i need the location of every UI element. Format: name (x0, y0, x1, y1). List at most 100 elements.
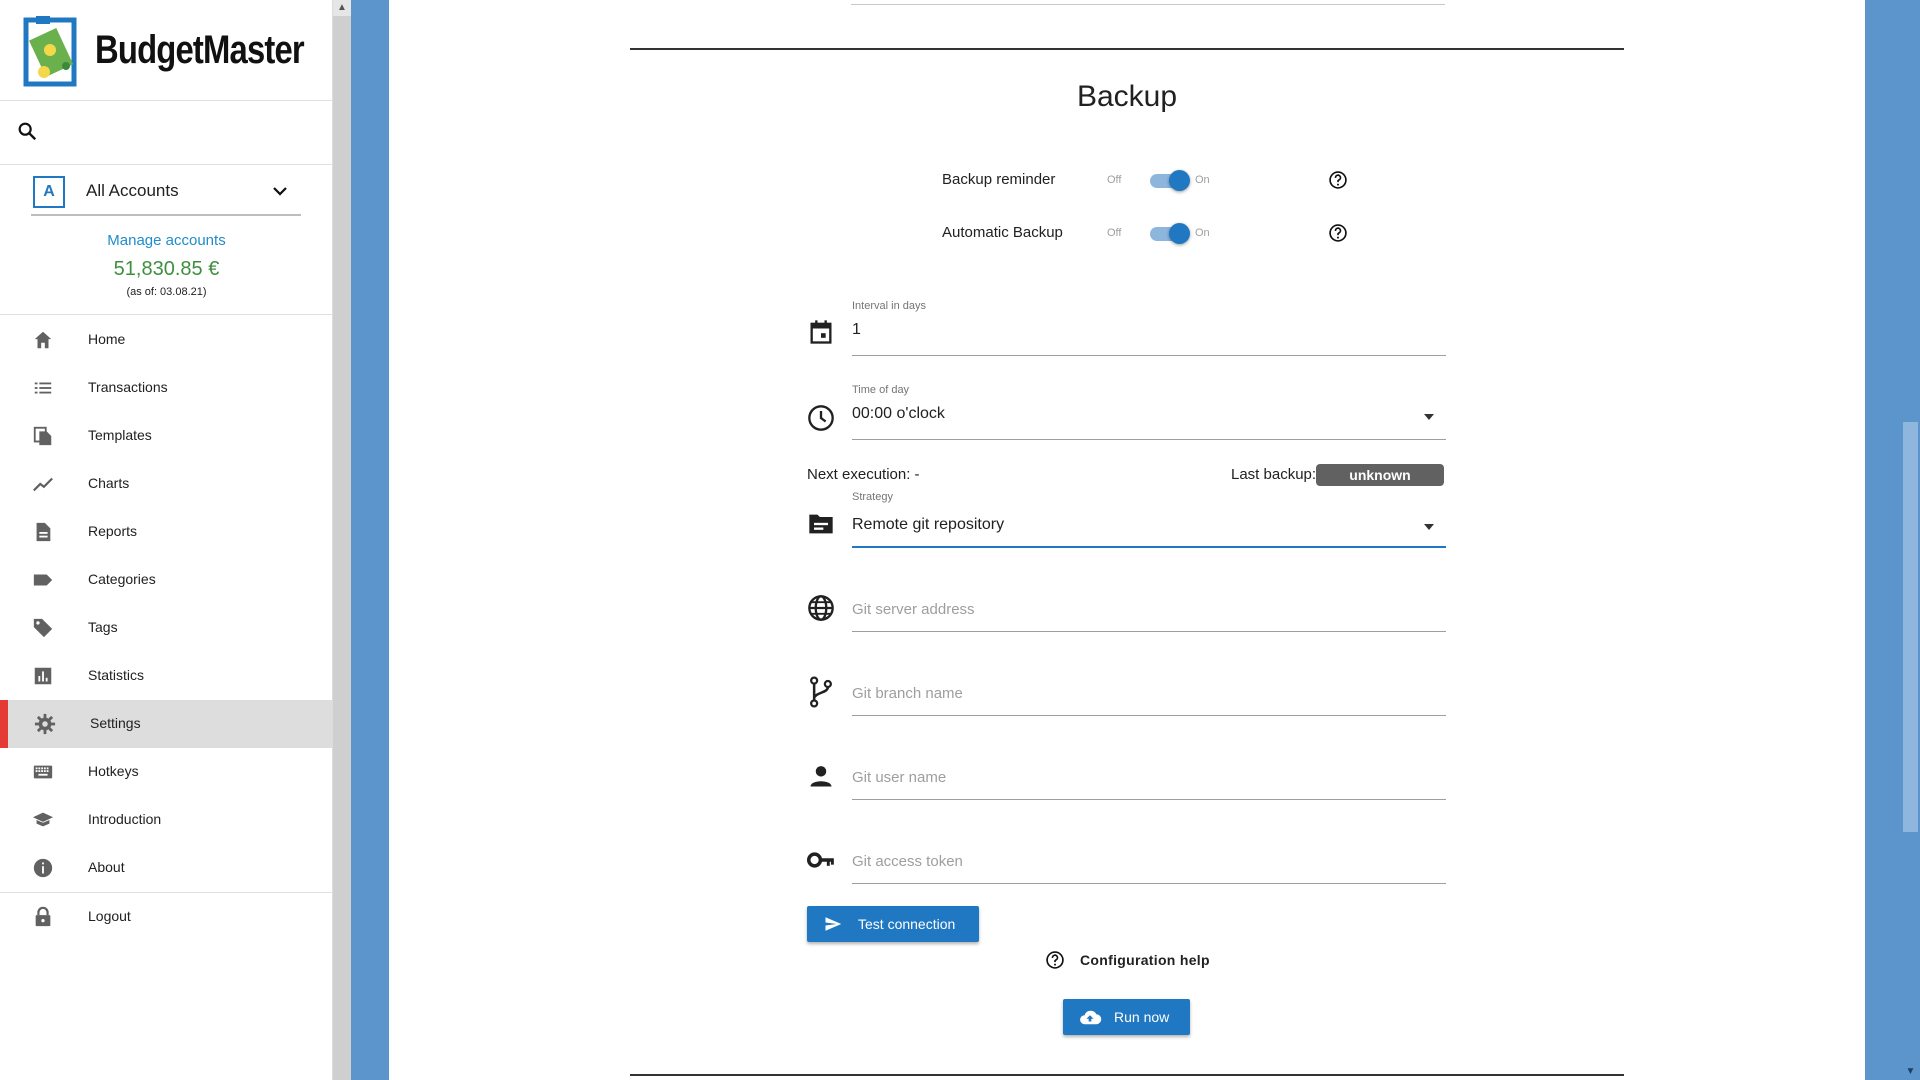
sidebar-item-label: Tags (88, 619, 118, 635)
account-balance: 51,830.85 € (113, 258, 220, 280)
git-token-field: Git access token (807, 832, 1446, 884)
backup-reminder-row: Backup reminder Off On (942, 165, 1362, 195)
git-token-input[interactable] (852, 832, 1446, 884)
sidebar: BudgetMaster A All Accounts Manage accou… (0, 0, 333, 1080)
switch-off-label: Off (1107, 174, 1122, 186)
manage-accounts-link[interactable]: Manage accounts (0, 232, 333, 249)
sidebar-item-label: Home (88, 331, 126, 347)
configuration-help-link[interactable]: Configuration help (1045, 950, 1245, 972)
sidebar-item-tags[interactable]: Tags (0, 604, 333, 652)
divider (0, 314, 333, 315)
search-button[interactable] (16, 120, 46, 150)
git-branch-input[interactable] (852, 664, 1446, 716)
sidebar-item-templates[interactable]: Templates (0, 412, 333, 460)
next-execution: Next execution: - (807, 466, 920, 483)
scrollbar-thumb[interactable] (1903, 422, 1918, 832)
test-connection-label: Test connection (858, 916, 956, 932)
sidebar-item-charts[interactable]: Charts (0, 460, 333, 508)
lock-icon (35, 906, 51, 927)
gear-icon (34, 713, 56, 735)
sidebar-item-label: Introduction (88, 811, 162, 827)
switch-off-label: Off (1107, 227, 1122, 239)
git-user-input[interactable] (852, 748, 1446, 800)
section-divider (630, 1074, 1624, 1076)
run-now-button[interactable]: Run now (1063, 999, 1190, 1035)
scroll-down-icon[interactable]: ▼ (1901, 1064, 1920, 1080)
test-connection-button[interactable]: Test connection (807, 906, 979, 942)
logo-icon (23, 16, 77, 87)
account-badge: A (33, 176, 65, 208)
page-background (351, 0, 389, 1080)
help-icon[interactable] (1328, 223, 1348, 243)
interval-field: Interval in days 1 (807, 296, 1446, 356)
page-scrollbar[interactable]: ▼ (1901, 0, 1920, 1080)
sidebar-item-settings[interactable]: Settings (0, 700, 333, 748)
settings-content: Backup Backup reminder Off On Automatic … (389, 0, 1865, 1080)
sidebar-item-introduction[interactable]: Introduction (0, 796, 333, 844)
sidebar-item-categories[interactable]: Categories (0, 556, 333, 604)
info-icon (33, 858, 53, 878)
sidebar-item-label: Reports (88, 523, 138, 539)
section-divider (630, 48, 1624, 50)
help-icon (1046, 951, 1064, 969)
clock-icon (808, 405, 834, 431)
active-indicator (0, 700, 8, 748)
section-title: Backup (1076, 80, 1178, 113)
git-server-input[interactable] (852, 580, 1446, 632)
interval-input[interactable] (852, 296, 1446, 356)
page-background (1865, 0, 1901, 1080)
switch-on-label: On (1195, 174, 1210, 186)
last-backup-badge: unknown (1316, 464, 1444, 486)
balance-date: (as of: 03.08.21) (126, 286, 207, 298)
sidebar-item-home[interactable]: Home (0, 316, 333, 364)
send-icon (825, 917, 842, 931)
calendar-icon (810, 320, 832, 344)
git-server-field: Git server address (807, 580, 1446, 632)
description-icon (36, 522, 51, 542)
sidebar-item-logout[interactable]: Logout (0, 893, 333, 941)
sidebar-item-reports[interactable]: Reports (0, 508, 333, 556)
sidebar-item-label: Categories (88, 571, 156, 587)
sidebar-scrollbar[interactable]: ▲ (333, 0, 351, 1080)
switch-knob[interactable] (1169, 223, 1190, 244)
account-selector[interactable]: A All Accounts (31, 168, 301, 216)
automatic-backup-row: Automatic Backup Off On (942, 218, 1362, 248)
trending-up-icon (33, 477, 53, 492)
sidebar-item-about[interactable]: About (0, 844, 333, 892)
home-icon (34, 331, 52, 349)
divider (851, 4, 1445, 5)
divider (0, 164, 333, 165)
git-user-field: Git user name (807, 748, 1446, 800)
app-logo[interactable]: BudgetMaster (20, 12, 305, 92)
automatic-backup-label: Automatic Backup (942, 224, 1063, 241)
globe-icon (808, 595, 834, 621)
list-icon (34, 382, 52, 394)
divider (0, 100, 333, 101)
help-icon[interactable] (1328, 170, 1348, 190)
sidebar-item-hotkeys[interactable]: Hotkeys (0, 748, 333, 796)
time-of-day-field: Time of day 00:00 o'clock (807, 380, 1446, 440)
switch-knob[interactable] (1169, 170, 1190, 191)
scroll-up-icon[interactable]: ▲ (333, 0, 351, 16)
person-icon (810, 766, 832, 787)
bar-chart-icon (34, 667, 52, 685)
search-icon (18, 122, 37, 141)
cloud-upload-icon (1080, 1010, 1102, 1025)
file-copy-icon (33, 426, 52, 446)
sidebar-item-label: Charts (88, 475, 130, 491)
git-branch-icon (810, 676, 832, 708)
sidebar-item-statistics[interactable]: Statistics (0, 652, 333, 700)
time-of-day-select[interactable] (852, 380, 1446, 440)
sidebar-item-label: Hotkeys (88, 763, 139, 779)
configuration-help-label: Configuration help (1080, 952, 1210, 968)
account-selector-label: All Accounts (86, 181, 179, 200)
strategy-field: Strategy Remote git repository (807, 488, 1446, 548)
key-icon (807, 852, 834, 868)
sidebar-item-label: Statistics (88, 667, 145, 683)
sidebar-item-label: Logout (88, 908, 131, 924)
backup-reminder-label: Backup reminder (942, 171, 1056, 188)
last-backup-label: Last backup: (1231, 466, 1317, 483)
strategy-select[interactable] (852, 488, 1446, 548)
sidebar-item-transactions[interactable]: Transactions (0, 364, 333, 412)
git-branch-field: Git branch name (807, 664, 1446, 716)
